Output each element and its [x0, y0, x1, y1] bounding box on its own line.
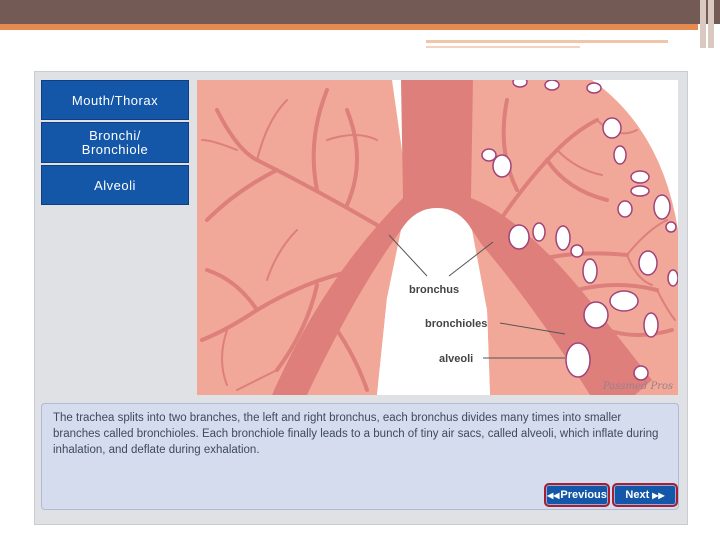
slide-header-accent [0, 24, 698, 30]
header-rule [426, 46, 580, 48]
topic-menu: Mouth/Thorax Bronchi/ Bronchiole Alveoli [41, 80, 189, 205]
bronchioles-label: bronchioles [425, 318, 487, 330]
description-text: The trachea splits into two branches, th… [53, 412, 659, 456]
header-rule [426, 40, 668, 43]
menu-item-alveoli[interactable]: Alveoli [41, 165, 189, 205]
double-left-arrow-icon: ◀◀ [547, 490, 560, 500]
lung-illustration: bronchus bronchioles alveoli Passmed Pro… [197, 80, 678, 395]
next-button[interactable]: Next ▶▶ [612, 483, 678, 507]
menu-item-mouth-thorax[interactable]: Mouth/Thorax [41, 80, 189, 120]
menu-item-label: Bronchi/ [89, 127, 141, 143]
double-right-arrow-icon: ▶▶ [652, 490, 665, 500]
slide-header-bar [0, 0, 720, 24]
header-tab-decoration [708, 0, 714, 48]
menu-item-label: Bronchiole [81, 141, 149, 157]
previous-button[interactable]: ◀◀ Previous [544, 483, 610, 507]
alveoli-label: alveoli [439, 353, 473, 365]
menu-item-bronchi-bronchiole[interactable]: Bronchi/ Bronchiole [41, 122, 189, 163]
menu-item-label: Mouth/Thorax [71, 92, 159, 108]
watermark-logo: Passmed Pros [602, 381, 673, 392]
header-tab-decoration [700, 0, 706, 48]
next-button-label: Next [625, 489, 650, 501]
lung-diagram: bronchus bronchioles alveoli Passmed Pro… [197, 80, 678, 395]
menu-item-label: Alveoli [94, 177, 136, 193]
bronchus-label: bronchus [409, 284, 459, 296]
previous-button-label: Previous [560, 489, 607, 501]
